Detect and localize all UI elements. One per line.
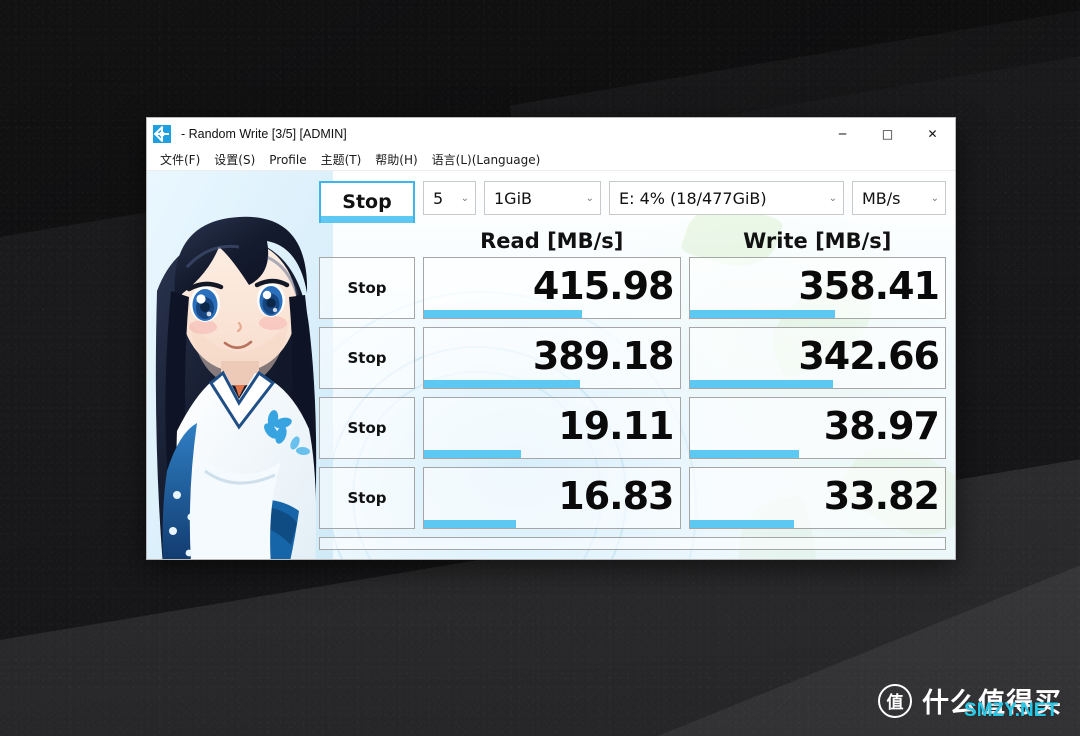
window-controls: ─ □ ✕ (820, 118, 955, 149)
read-result-cell: 19.11 (423, 397, 681, 459)
write-progress-track (689, 450, 946, 458)
read-result-cell: 415.98 (423, 257, 681, 319)
watermark-subtext: SMZY.NET (964, 700, 1058, 721)
read-result-cell: 389.18 (423, 327, 681, 389)
crystaldiskmark-icon (153, 124, 171, 143)
benchmark-content: Stop 5 ⌄ 1GiB ⌄ E: 4% (18/477GiB) ⌄ MB/s… (147, 171, 955, 559)
write-value: 358.41 (798, 264, 940, 308)
row-stop-button[interactable]: Stop (319, 257, 415, 319)
results-table: Stop 415.98 358.41 Stop 389.18 342.66 St… (319, 257, 946, 529)
all-stop-button[interactable]: Stop (319, 181, 415, 223)
test-count-value: 5 (433, 188, 444, 208)
row-stop-button[interactable]: Stop (319, 327, 415, 389)
menu-theme[interactable]: 主题(T) (314, 149, 369, 170)
write-value: 342.66 (798, 334, 940, 378)
write-result-cell: 38.97 (688, 397, 946, 459)
read-progress-fill (424, 310, 583, 318)
chevron-down-icon: ⌄ (828, 192, 837, 204)
read-column-header: Read [MB/s] (480, 229, 624, 253)
all-stop-label: Stop (342, 191, 392, 213)
column-headers: Read [MB/s] Write [MB/s] (319, 229, 946, 253)
write-value: 33.82 (823, 474, 940, 518)
maximize-button[interactable]: □ (865, 118, 910, 149)
menu-file[interactable]: 文件(F) (153, 149, 207, 170)
table-row: Stop 19.11 38.97 (319, 397, 946, 459)
table-row: Stop 16.83 33.82 (319, 467, 946, 529)
watermark-badge: 值 (878, 683, 912, 718)
menu-bar: 文件(F) 设置(S) Profile 主题(T) 帮助(H) 语言(L)(La… (147, 149, 955, 171)
desktop-background: - Random Write [3/5] [ADMIN] ─ □ ✕ 文件(F)… (0, 0, 1080, 736)
comment-input[interactable] (319, 537, 946, 550)
write-progress-fill (689, 450, 800, 458)
read-progress-fill (424, 450, 522, 458)
read-result-cell: 16.83 (423, 467, 681, 529)
chevron-down-icon: ⌄ (930, 192, 939, 204)
window-titlebar[interactable]: - Random Write [3/5] [ADMIN] ─ □ ✕ (147, 118, 955, 149)
read-progress-track (424, 450, 680, 458)
write-progress-fill (689, 520, 795, 528)
write-result-cell: 33.82 (688, 467, 946, 529)
write-progress-track (689, 310, 946, 318)
write-result-cell: 358.41 (688, 257, 946, 319)
unit-select-value: MB/s (862, 188, 901, 208)
close-button[interactable]: ✕ (910, 118, 955, 149)
write-column-header: Write [MB/s] (743, 229, 892, 253)
test-size-value: 1GiB (494, 188, 532, 208)
read-value: 16.83 (558, 474, 674, 518)
row-stop-button[interactable]: Stop (319, 397, 415, 459)
menu-help[interactable]: 帮助(H) (368, 149, 424, 170)
write-progress-track (689, 520, 946, 528)
write-result-cell: 342.66 (688, 327, 946, 389)
read-progress-track (424, 520, 680, 528)
write-progress-track (689, 380, 946, 388)
read-progress-fill (424, 380, 580, 388)
row-stop-button[interactable]: Stop (319, 467, 415, 529)
write-progress-fill (689, 380, 833, 388)
write-value: 38.97 (823, 404, 940, 448)
minimize-button[interactable]: ─ (820, 118, 865, 149)
write-progress-fill (689, 310, 836, 318)
menu-settings[interactable]: 设置(S) (207, 149, 262, 170)
read-progress-track (424, 380, 680, 388)
all-stop-progress-bar (321, 216, 413, 223)
read-value: 415.98 (532, 264, 675, 308)
menu-language[interactable]: 语言(L)(Language) (425, 149, 548, 170)
menu-profile[interactable]: Profile (262, 151, 313, 169)
test-size-dropdown[interactable]: 1GiB ⌄ (484, 181, 601, 215)
window-body: Stop 5 ⌄ 1GiB ⌄ E: 4% (18/477GiB) ⌄ MB/s… (147, 171, 955, 559)
watermark: 值 什么值得买 SMZY.NET (878, 681, 1062, 721)
drive-select-value: E: 4% (18/477GiB) (619, 188, 767, 208)
chevron-down-icon: ⌄ (460, 192, 469, 204)
crystaldiskmark-window: - Random Write [3/5] [ADMIN] ─ □ ✕ 文件(F)… (146, 117, 956, 560)
table-row: Stop 415.98 358.41 (319, 257, 946, 319)
test-count-dropdown[interactable]: 5 ⌄ (423, 181, 476, 215)
table-row: Stop 389.18 342.66 (319, 327, 946, 389)
chevron-down-icon: ⌄ (585, 192, 594, 204)
read-progress-track (424, 310, 680, 318)
window-title: - Random Write [3/5] [ADMIN] (181, 126, 347, 141)
unit-select-dropdown[interactable]: MB/s ⌄ (852, 181, 946, 215)
drive-select-dropdown[interactable]: E: 4% (18/477GiB) ⌄ (609, 181, 844, 215)
toolbar: Stop 5 ⌄ 1GiB ⌄ E: 4% (18/477GiB) ⌄ MB/s… (319, 181, 946, 223)
read-value: 389.18 (532, 334, 675, 378)
read-progress-fill (424, 520, 516, 528)
read-value: 19.11 (558, 404, 674, 448)
